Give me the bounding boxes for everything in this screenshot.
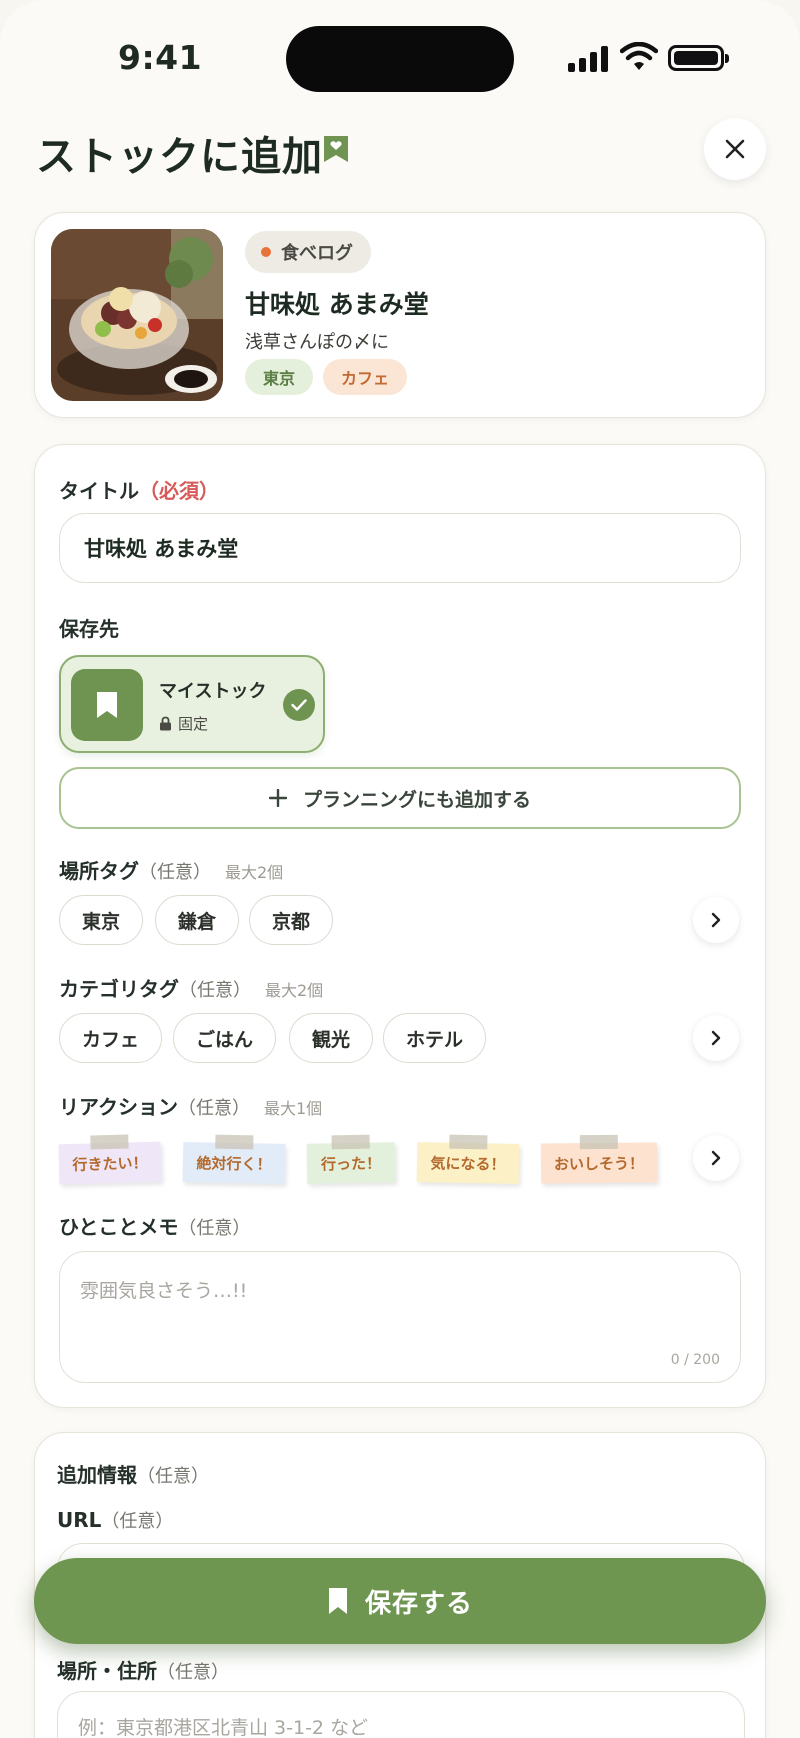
reaction-curious[interactable]: 気になる！ <box>416 1142 520 1184</box>
destination-fixed: 固定 <box>159 713 208 734</box>
destination-name: マイストック <box>159 681 267 702</box>
memo-label-text: ひとことメモ <box>59 1215 179 1239</box>
extra-info-label-text: 追加情報 <box>57 1463 137 1487</box>
destination-label: 保存先 <box>59 617 119 641</box>
destination-my-stock[interactable]: マイストック 固定 <box>59 655 325 753</box>
memo-char-count: 0 / 200 <box>670 1352 720 1368</box>
title-label: タイトル（必須） <box>59 475 219 504</box>
memo-textarea[interactable]: 雰囲気良さそう…!! 0 / 200 <box>59 1251 741 1383</box>
place-thumbnail <box>51 229 223 401</box>
place-subtitle: 浅草さんぽの〆に <box>245 332 389 353</box>
address-label: 場所・住所（任意） <box>57 1655 229 1684</box>
category-tag-sightseeing[interactable]: 観光 <box>289 1013 374 1063</box>
form-card: タイトル（必須） 甘味処 あまみ堂 保存先 マイストック 固定 プランニングにも… <box>34 444 766 1408</box>
place-name: 甘味処 あまみ堂 <box>245 290 429 319</box>
source-badge: 食べログ <box>245 231 371 273</box>
category-tags-optional: （任意） <box>179 980 251 1001</box>
bookmark-icon <box>328 1588 347 1614</box>
reactions-label: リアクション（任意） 最大1個 <box>59 1091 322 1120</box>
reaction-definitely-go[interactable]: 絶対行く！ <box>182 1142 286 1184</box>
place-tags-optional: （任意） <box>139 862 211 883</box>
destination-fixed-label: 固定 <box>178 715 209 733</box>
category-tag-hotel[interactable]: ホテル <box>383 1013 487 1063</box>
place-tags-max: 最大2個 <box>225 863 284 882</box>
chevron-right-icon <box>711 1030 721 1046</box>
place-tags-more-button[interactable] <box>693 897 739 943</box>
category-tag-chip: カフェ <box>323 359 408 395</box>
place-tags-label: 場所タグ（任意） 最大2個 <box>59 855 283 884</box>
source-card: 食べログ 甘味処 あまみ堂 浅草さんぽの〆に 東京 カフェ <box>34 212 766 418</box>
dynamic-island <box>286 26 514 92</box>
title-label-text: タイトル <box>59 479 139 503</box>
place-tag-kyoto[interactable]: 京都 <box>249 895 334 945</box>
page-title: ストックに追加 <box>36 134 323 180</box>
source-badge-label: 食べログ <box>281 243 353 264</box>
title-input[interactable]: 甘味処 あまみ堂 <box>59 513 741 583</box>
reactions-more-button[interactable] <box>693 1135 739 1181</box>
category-tags-more-button[interactable] <box>693 1015 739 1061</box>
chevron-right-icon <box>711 1150 721 1166</box>
category-tags-label: カテゴリタグ（任意） 最大2個 <box>59 973 323 1002</box>
required-mark: （必須） <box>139 479 219 503</box>
category-tags-label-text: カテゴリタグ <box>59 977 179 1001</box>
memo-placeholder: 雰囲気良さそう…!! <box>80 1280 248 1302</box>
status-time: 9:41 <box>118 38 203 77</box>
close-button[interactable] <box>704 118 766 180</box>
source-dot <box>261 247 271 257</box>
signal-icon <box>568 46 608 72</box>
reactions-optional: （任意） <box>178 1098 250 1119</box>
category-tag-gohan[interactable]: ごはん <box>173 1013 277 1063</box>
plus-icon <box>268 789 287 807</box>
address-input[interactable]: 例：東京都港区北青山 3-1-2 など <box>57 1691 745 1738</box>
place-tag-tokyo[interactable]: 東京 <box>59 895 144 945</box>
battery-icon <box>668 45 729 71</box>
category-tags-max: 最大2個 <box>265 981 324 1000</box>
wifi-icon <box>620 42 658 70</box>
lock-icon <box>160 716 171 731</box>
address-label-text: 場所・住所 <box>57 1659 157 1683</box>
save-button[interactable]: 保存する <box>34 1558 766 1644</box>
save-button-label: 保存する <box>364 1588 473 1619</box>
place-tag-kamakura[interactable]: 鎌倉 <box>155 895 240 945</box>
memo-label: ひとことメモ（任意） <box>59 1211 250 1240</box>
address-optional: （任意） <box>157 1662 229 1683</box>
category-tag-cafe[interactable]: カフェ <box>59 1013 163 1063</box>
reaction-went[interactable]: 行った！ <box>306 1142 396 1184</box>
reactions-max: 最大1個 <box>264 1099 323 1118</box>
bookmark-icon <box>71 669 143 741</box>
status-bar: 9:41 <box>0 0 800 110</box>
bookmark-heart-icon <box>324 136 348 162</box>
url-label-text: URL <box>57 1508 102 1532</box>
place-tags-label-text: 場所タグ <box>59 859 139 883</box>
reactions-label-text: リアクション <box>59 1095 178 1119</box>
url-label: URL（任意） <box>57 1507 173 1533</box>
reaction-looks-tasty[interactable]: おいしそう！ <box>540 1142 658 1184</box>
place-tag-chip: 東京 <box>245 359 314 395</box>
check-icon <box>283 689 315 721</box>
extra-info-label: 追加情報（任意） <box>57 1459 209 1488</box>
reaction-want-to-go[interactable]: 行きたい！ <box>58 1141 162 1185</box>
url-optional: （任意） <box>101 1511 174 1532</box>
screen: 9:41 ストックに追加 食べログ 甘味処 あまみ堂 浅草さんぽの〆に 東京 カ… <box>0 0 800 1738</box>
extra-info-optional: （任意） <box>137 1466 209 1487</box>
close-icon <box>725 139 745 159</box>
memo-optional: （任意） <box>178 1218 251 1239</box>
add-to-planning-button[interactable]: プランニングにも追加する <box>59 767 741 829</box>
chevron-right-icon <box>711 912 721 928</box>
add-to-planning-label: プランニングにも追加する <box>302 788 531 811</box>
